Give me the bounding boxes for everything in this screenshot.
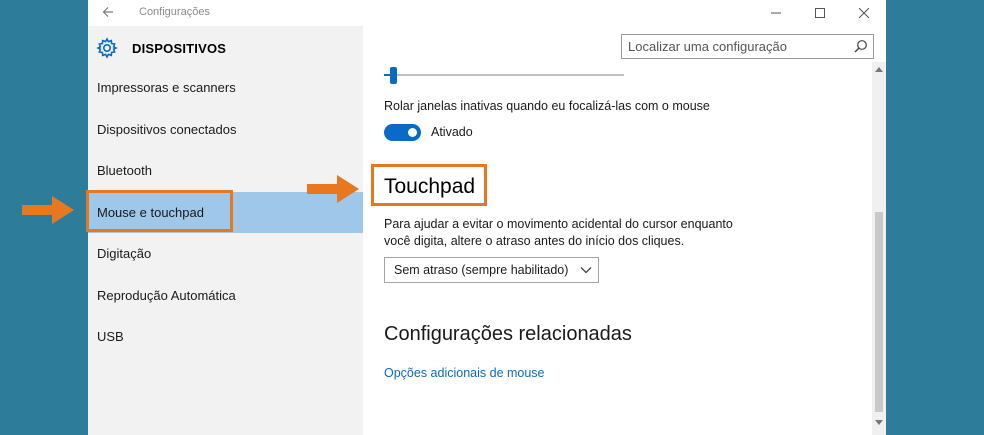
title-bar: Configurações	[88, 0, 886, 26]
annotation-highlight-box	[86, 190, 233, 232]
inactive-scroll-toggle[interactable]	[384, 124, 421, 141]
search-icon[interactable]	[854, 39, 868, 53]
page-header: DISPOSITIVOS	[96, 36, 226, 60]
maximize-button[interactable]	[798, 0, 842, 26]
annotation-arrow-icon-title	[307, 175, 359, 203]
chevron-down-icon	[580, 267, 592, 274]
scrollbar-thumb[interactable]	[875, 212, 883, 412]
annotation-arrow-icon	[22, 196, 74, 224]
page-title: DISPOSITIVOS	[132, 40, 227, 56]
toggle-knob	[408, 128, 417, 137]
gear-icon	[96, 37, 118, 59]
dropdown-selected-value: Sem atraso (sempre habilitado)	[394, 263, 569, 277]
speed-slider-thumb[interactable]	[390, 67, 397, 84]
close-icon	[859, 8, 869, 18]
additional-mouse-options-link[interactable]: Opções adicionais de mouse	[384, 366, 545, 380]
settings-window: Configurações DISPOSITIVOS Impressoras e…	[86, 0, 886, 435]
scroll-up-icon[interactable]	[875, 66, 883, 72]
related-settings-title: Configurações relacionadas	[384, 323, 632, 345]
sidebar-item-connected-devices[interactable]: Dispositivos conectados	[88, 109, 363, 151]
sidebar-item-autoplay[interactable]: Reprodução Automática	[88, 275, 363, 317]
minimize-icon	[771, 12, 781, 14]
scroll-down-icon[interactable]	[875, 420, 883, 426]
content-scrollbar[interactable]	[872, 62, 886, 435]
touchpad-description-line2: você digita, altere o atraso antes do in…	[384, 234, 685, 248]
minimize-button[interactable]	[754, 0, 798, 26]
sidebar-item-printers[interactable]: Impressoras e scanners	[88, 67, 363, 109]
maximize-icon	[815, 8, 825, 18]
touchpad-description-line1: Para ajudar a evitar o movimento acident…	[384, 217, 733, 231]
touchpad-delay-dropdown[interactable]: Sem atraso (sempre habilitado)	[384, 257, 599, 283]
search-input[interactable]: Localizar uma configuração	[621, 34, 874, 59]
touchpad-section-title: Touchpad	[384, 175, 476, 198]
back-arrow-icon	[102, 7, 113, 17]
sidebar-item-usb[interactable]: USB	[88, 316, 363, 358]
back-button[interactable]	[98, 4, 118, 22]
speed-slider-track[interactable]	[384, 74, 624, 76]
close-button[interactable]	[842, 0, 886, 26]
toggle-state-label: Ativado	[431, 125, 473, 139]
sidebar-item-typing[interactable]: Digitação	[88, 233, 363, 275]
touchpad-description: Para ajudar a evitar o movimento acident…	[384, 216, 784, 250]
window-title: Configurações	[139, 6, 210, 18]
inactive-scroll-label: Rolar janelas inativas quando eu focaliz…	[384, 99, 710, 113]
search-placeholder: Localizar uma configuração	[628, 39, 787, 54]
